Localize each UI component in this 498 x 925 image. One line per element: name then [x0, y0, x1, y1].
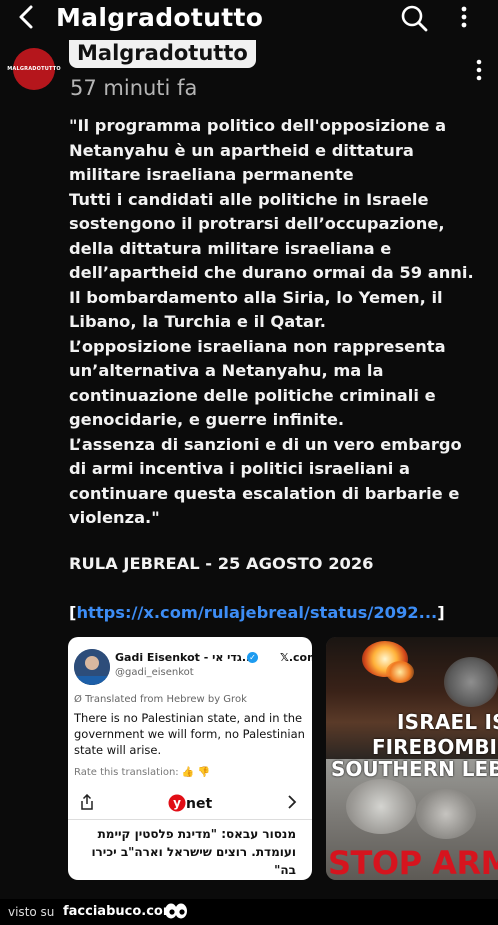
smoke-cloud: [416, 789, 476, 839]
image-caption-line: ISRAEL IS: [397, 710, 498, 734]
ynet-logo-y: y: [173, 796, 181, 810]
rate-label: Rate this translation:: [74, 767, 179, 778]
page-title: Malgradotutto: [56, 3, 264, 32]
post-author-name[interactable]: Malgradotutto: [69, 40, 256, 68]
post-line: L’opposizione israeliana non rappresenta: [69, 336, 446, 356]
post-line: un’alternativa a Netanyahu, ma la: [69, 361, 384, 380]
image-caption-line: FIREBOMBIN: [372, 735, 498, 759]
post-line: genocidarie, e guerre infinite.: [69, 410, 345, 429]
article-headline: מנסור עבאס: "מדינת פלסטין קיימת ועומדת. …: [91, 827, 296, 877]
post-line: Il bombardamento alla Siria, lo Yemen, i…: [69, 287, 443, 307]
post-signature: RULA JEBREAL - 25 AGOSTO 2026: [69, 554, 374, 573]
post-options-icon[interactable]: [472, 58, 486, 82]
rate-translation: Rate this translation: 👍 👎: [74, 767, 210, 778]
smoke-cloud: [444, 657, 498, 707]
tweet-author-name: Gadi Eisenkot - גדי אי...: [115, 651, 254, 664]
smoke-cloud: [346, 779, 416, 834]
tweet-handle: @gadi_eisenkot: [115, 667, 194, 678]
post-line: di armi incentiva i politici israeliani …: [69, 459, 411, 478]
thumbs-up-icon: 👍: [181, 767, 195, 778]
post-line: sostengono il protrarsi dell’occupazione…: [69, 214, 445, 233]
post-line: Libano, la Turchia e il Qatar.: [69, 312, 326, 331]
post-line: L’assenza di sanzioni e di un vero embar…: [69, 434, 462, 454]
post-line: violenza.": [69, 508, 160, 527]
chevron-right-icon: [288, 795, 297, 809]
post-line: continuazione delle politiche criminali …: [69, 385, 436, 405]
stop-arms-text: STOP ARM: [328, 844, 498, 880]
translated-label: Ø Translated from Hebrew by Grok: [74, 694, 247, 705]
tweet-screenshot-image[interactable]: Gadi Eisenkot - גדי אי... ✓ 𝕏.com @gadi_…: [68, 637, 312, 880]
post-line: continuare questa escalation di barbarie…: [69, 483, 460, 503]
avatar-label: MALGRADOTUTTO: [7, 66, 61, 72]
share-icon: [81, 794, 93, 810]
verified-badge-icon: ✓: [247, 652, 258, 663]
translated-text: Translated from Hebrew by Grok: [85, 694, 247, 705]
translate-icon: Ø: [74, 694, 86, 705]
divider: [68, 819, 312, 820]
top-bar: Malgradotutto: [0, 0, 498, 36]
post-timestamp: 57 minuti fa: [70, 76, 198, 100]
kebab-menu-icon[interactable]: [456, 6, 472, 28]
footer-site: facciabuco.com: [63, 904, 177, 919]
post-line: "Il programma politico dell'opposizione …: [69, 116, 447, 135]
article-bar: y net: [68, 788, 312, 818]
post-line: Netanyahu è un apartheid e dittatura: [69, 140, 414, 160]
x-logo-icon: 𝕏.com: [280, 651, 312, 664]
post-line: Tutti i candidati alle politiche in Isra…: [69, 189, 429, 209]
post-line: della dittatura militare israeliana e: [69, 238, 392, 258]
image-caption-line: SOUTHERN LEB: [331, 757, 498, 781]
ynet-logo-net: net: [186, 796, 212, 812]
person-icon: [74, 649, 110, 685]
news-image[interactable]: ISRAEL IS FIREBOMBIN SOUTHERN LEB STOP A…: [326, 637, 498, 880]
avatar[interactable]: MALGRADOTUTTO: [7, 48, 61, 90]
post-line: militare israeliana permanente: [69, 165, 354, 184]
thumbs-down-icon: 👎: [197, 767, 210, 778]
tweet-avatar: [74, 649, 110, 685]
post-line: dell’apartheid che durano ormai da 59 an…: [69, 263, 474, 282]
watermark-footer: visto su facciabuco.com: [0, 899, 498, 925]
eyes-logo-icon: [165, 903, 187, 919]
footer-visto: visto su: [8, 905, 55, 919]
link-bracket-close: ]: [437, 603, 445, 622]
chevron-left-icon[interactable]: [14, 4, 40, 30]
post-body: "Il programma politico dell'opposizione …: [69, 114, 489, 531]
ynet-logo-icon: y net: [168, 794, 212, 812]
post-link[interactable]: [https://x.com/rulajebreal/status/2092..…: [69, 603, 445, 622]
fireball: [386, 661, 414, 683]
tweet-translation: There is no Palestinian state, and in th…: [74, 711, 305, 757]
search-icon[interactable]: [400, 4, 428, 32]
link-url[interactable]: https://x.com/rulajebreal/status/2092...: [76, 603, 437, 622]
